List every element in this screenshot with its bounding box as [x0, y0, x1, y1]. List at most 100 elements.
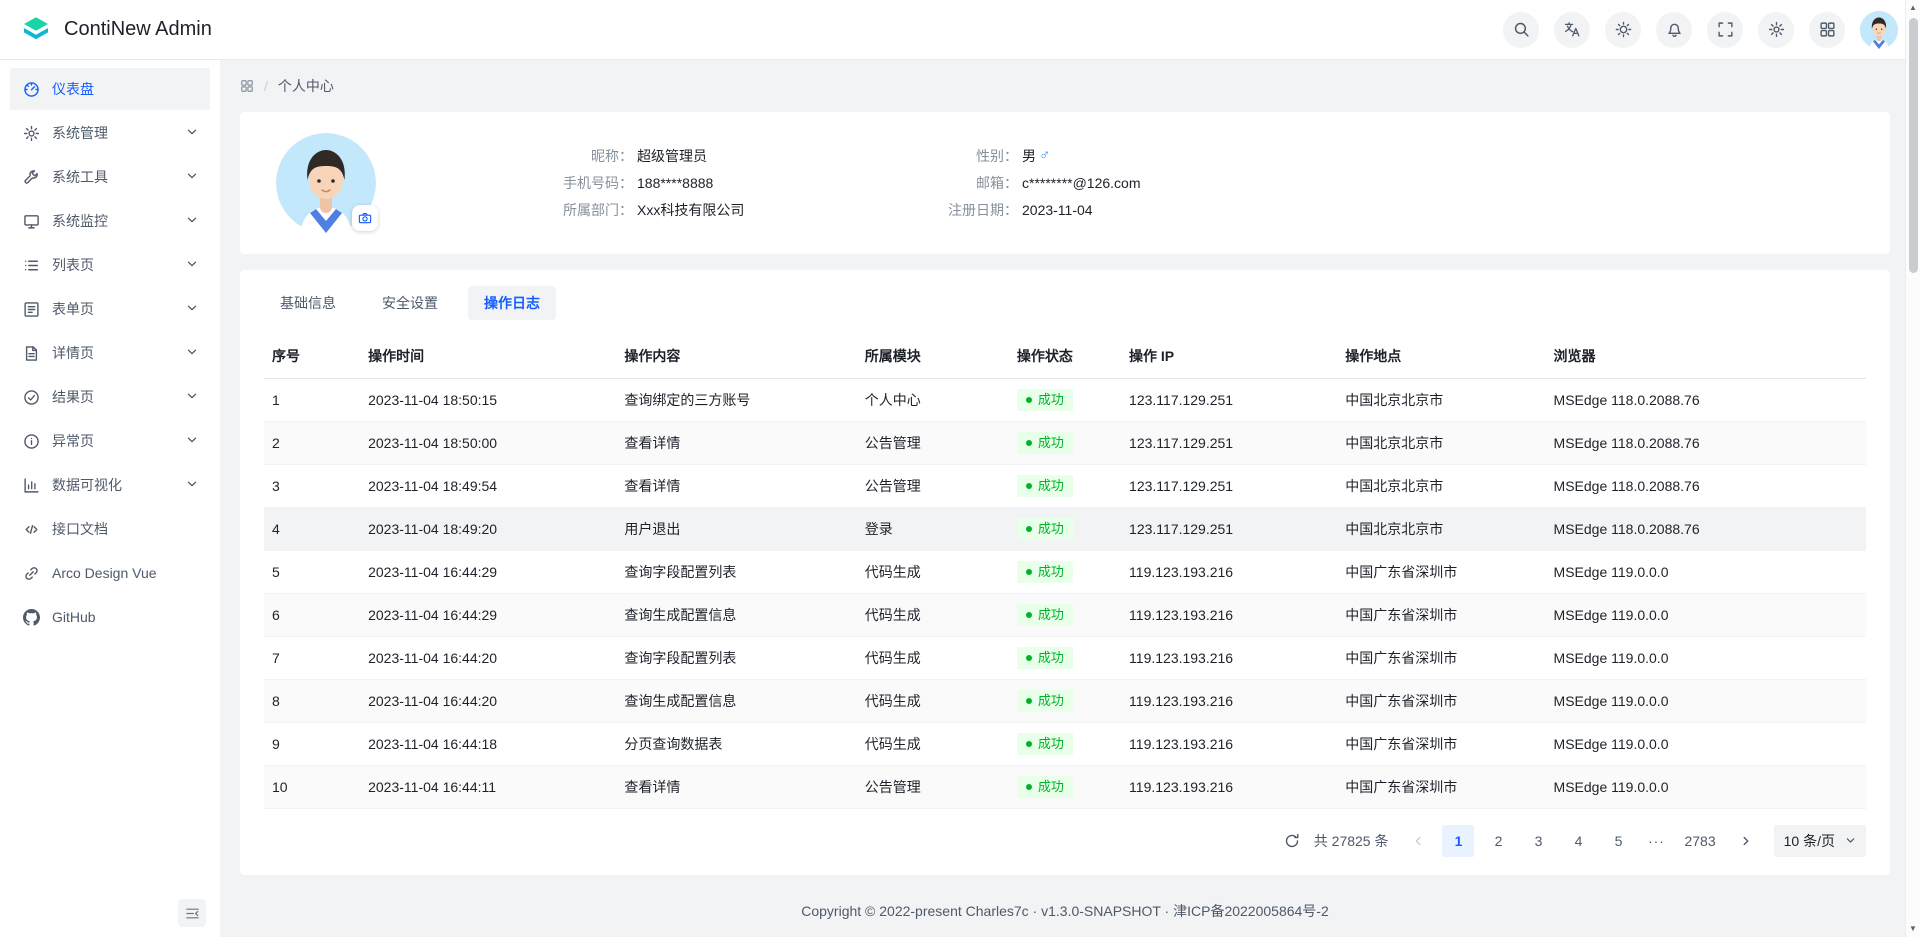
sidebar-item-system-management[interactable]: 系统管理	[10, 112, 210, 154]
refresh-icon	[1284, 833, 1300, 849]
cell-content: 查看详情	[616, 421, 856, 464]
status-badge: 成功	[1017, 475, 1073, 497]
sidebar-item-arco-design-vue[interactable]: Arco Design Vue	[10, 552, 210, 594]
sidebar-item-label: Arco Design Vue	[52, 565, 157, 581]
tab-operation-log[interactable]: 操作日志	[468, 286, 556, 320]
sidebar-item-form-page[interactable]: 表单页	[10, 288, 210, 330]
cell-browser: MSEdge 118.0.2088.76	[1546, 378, 1866, 421]
fullscreen-button[interactable]	[1707, 12, 1743, 48]
cell-status: 成功	[1009, 636, 1121, 679]
change-avatar-button[interactable]	[352, 205, 378, 231]
sidebar-item-system-tools[interactable]: 系统工具	[10, 156, 210, 198]
cell-content: 查询字段配置列表	[616, 550, 856, 593]
table-row[interactable]: 10 2023-11-04 16:44:11 查看详情 公告管理 成功 119.…	[264, 765, 1866, 808]
settings-button[interactable]	[1758, 12, 1794, 48]
page-button-3[interactable]: 3	[1522, 825, 1554, 857]
page-button-1[interactable]: 1	[1442, 825, 1474, 857]
page-button-last[interactable]: 2783	[1678, 825, 1721, 857]
prev-page-button[interactable]	[1402, 825, 1434, 857]
cell-module: 公告管理	[857, 421, 1009, 464]
cell-status: 成功	[1009, 593, 1121, 636]
table-row[interactable]: 7 2023-11-04 16:44:20 查询字段配置列表 代码生成 成功 1…	[264, 636, 1866, 679]
language-button[interactable]	[1554, 12, 1590, 48]
sidebar-item-result-page[interactable]: 结果页	[10, 376, 210, 418]
sidebar-item-label: 系统工具	[52, 167, 108, 187]
gender-value: 男	[1022, 145, 1036, 167]
pagination-ellipsis[interactable]: ···	[1642, 833, 1670, 849]
cell-time: 2023-11-04 16:44:29	[360, 593, 616, 636]
status-dot-icon	[1026, 655, 1032, 661]
header-actions	[1503, 11, 1898, 49]
app-logo[interactable]: ContiNew Admin	[20, 14, 212, 46]
page-size-select[interactable]: 10 条/页	[1774, 825, 1866, 857]
logo-icon	[20, 14, 52, 46]
app-title: ContiNew Admin	[64, 18, 212, 41]
breadcrumb-home[interactable]	[240, 79, 254, 93]
cell-location: 中国广东省深圳市	[1337, 722, 1545, 765]
cell-module: 登录	[857, 507, 1009, 550]
user-avatar[interactable]	[1860, 11, 1898, 49]
tab-security-settings[interactable]: 安全设置	[366, 286, 454, 320]
search-button[interactable]	[1503, 12, 1539, 48]
sidebar-item-detail-page[interactable]: 详情页	[10, 332, 210, 374]
sidebar-item-label: 接口文档	[52, 519, 108, 539]
page-button-5[interactable]: 5	[1602, 825, 1634, 857]
table-row[interactable]: 9 2023-11-04 16:44:18 分页查询数据表 代码生成 成功 11…	[264, 722, 1866, 765]
api-doc-icon	[22, 520, 40, 538]
cell-browser: MSEdge 119.0.0.0	[1546, 636, 1866, 679]
breadcrumb-current: 个人中心	[278, 76, 334, 96]
table-row[interactable]: 1 2023-11-04 18:50:15 查询绑定的三方账号 个人中心 成功 …	[264, 378, 1866, 421]
sidebar-item-list-page[interactable]: 列表页	[10, 244, 210, 286]
table-row[interactable]: 4 2023-11-04 18:49:20 用户退出 登录 成功 123.117…	[264, 507, 1866, 550]
profile-avatar[interactable]	[276, 133, 376, 233]
refresh-button[interactable]	[1278, 827, 1306, 855]
notifications-button[interactable]	[1656, 12, 1692, 48]
sidebar-item-dashboard[interactable]: 仪表盘	[10, 68, 210, 110]
theme-button[interactable]	[1605, 12, 1641, 48]
cell-location: 中国广东省深圳市	[1337, 550, 1545, 593]
page-scrollbar[interactable]: ▲ ▼	[1905, 0, 1920, 937]
cell-time: 2023-11-04 16:44:11	[360, 765, 616, 808]
scroll-up-arrow[interactable]: ▲	[1906, 1, 1920, 15]
cell-browser: MSEdge 119.0.0.0	[1546, 679, 1866, 722]
layout-button[interactable]	[1809, 12, 1845, 48]
avatar-image	[1860, 11, 1898, 49]
sidebar-item-api-docs[interactable]: 接口文档	[10, 508, 210, 550]
link-icon	[22, 564, 40, 582]
page-button-4[interactable]: 4	[1562, 825, 1594, 857]
monitor-icon	[22, 212, 40, 230]
status-badge: 成功	[1017, 389, 1073, 411]
tab-basic-info[interactable]: 基础信息	[264, 286, 352, 320]
cell-content: 查询生成配置信息	[616, 593, 856, 636]
email-label: 邮箱：	[926, 172, 1018, 194]
camera-icon	[358, 211, 372, 225]
info-circle-icon	[22, 432, 40, 450]
cell-time: 2023-11-04 18:49:54	[360, 464, 616, 507]
cell-no: 7	[264, 636, 360, 679]
collapse-sidebar-button[interactable]	[178, 899, 206, 927]
sidebar-item-label: 数据可视化	[52, 475, 122, 495]
table-row[interactable]: 5 2023-11-04 16:44:29 查询字段配置列表 代码生成 成功 1…	[264, 550, 1866, 593]
sidebar-item-data-visualization[interactable]: 数据可视化	[10, 464, 210, 506]
cell-ip: 123.117.129.251	[1121, 378, 1337, 421]
cell-no: 5	[264, 550, 360, 593]
table-row[interactable]: 8 2023-11-04 16:44:20 查询生成配置信息 代码生成 成功 1…	[264, 679, 1866, 722]
cell-status: 成功	[1009, 507, 1121, 550]
sidebar-item-system-monitor[interactable]: 系统监控	[10, 200, 210, 242]
status-dot-icon	[1026, 784, 1032, 790]
status-dot-icon	[1026, 526, 1032, 532]
table-row[interactable]: 6 2023-11-04 16:44:29 查询生成配置信息 代码生成 成功 1…	[264, 593, 1866, 636]
sidebar-item-exception-page[interactable]: 异常页	[10, 420, 210, 462]
sidebar-item-github[interactable]: GitHub	[10, 596, 210, 638]
scrollbar-thumb[interactable]	[1909, 18, 1918, 273]
status-text: 成功	[1038, 477, 1064, 495]
table-row[interactable]: 2 2023-11-04 18:50:00 查看详情 公告管理 成功 123.1…	[264, 421, 1866, 464]
scroll-down-arrow[interactable]: ▼	[1906, 922, 1920, 936]
table-row[interactable]: 3 2023-11-04 18:49:54 查看详情 公告管理 成功 123.1…	[264, 464, 1866, 507]
status-badge: 成功	[1017, 690, 1073, 712]
page-button-2[interactable]: 2	[1482, 825, 1514, 857]
cell-time: 2023-11-04 18:49:20	[360, 507, 616, 550]
column-header: 序号	[264, 334, 360, 378]
cell-module: 公告管理	[857, 464, 1009, 507]
next-page-button[interactable]	[1730, 825, 1762, 857]
